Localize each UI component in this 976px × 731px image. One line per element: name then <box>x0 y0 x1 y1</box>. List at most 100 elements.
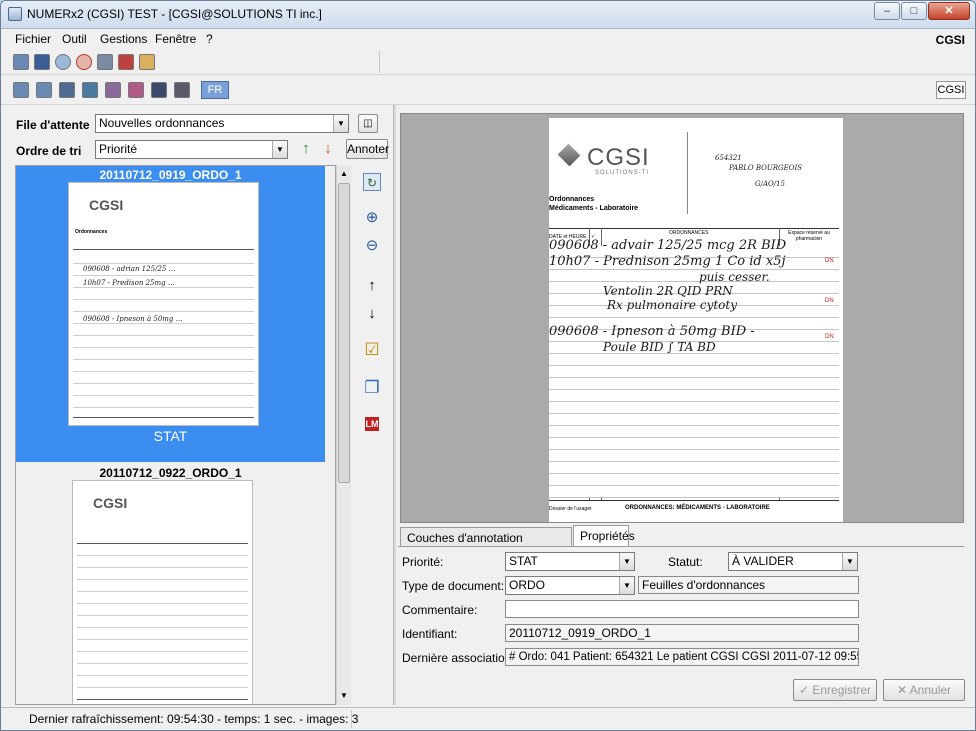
thumbnail-title: 20110712_0919_ORDO_1 <box>99 168 242 182</box>
status-value: À VALIDER <box>732 554 794 568</box>
sort-ascending-icon[interactable]: ↑ <box>297 140 315 158</box>
menu-gestions[interactable]: Gestions <box>100 32 147 46</box>
panel-splitter[interactable] <box>393 105 396 705</box>
sort-label: Ordre de tri <box>16 144 82 158</box>
status-label: Statut: <box>668 555 703 569</box>
scroll-down-icon[interactable]: ▼ <box>340 691 348 700</box>
refresh-icon[interactable]: ↻ <box>363 173 381 191</box>
table-icon[interactable] <box>34 54 50 70</box>
printer-icon[interactable] <box>59 82 75 98</box>
table-top-rule <box>549 228 839 229</box>
comment-input[interactable] <box>505 600 859 618</box>
users-icon[interactable] <box>82 82 98 98</box>
save-label: Enregistrer <box>812 683 872 697</box>
viewer-tool-strip: ↻ ⊕ ⊖ ↑ ↓ ☑ ❐ LM <box>354 165 392 705</box>
language-badge[interactable]: FR <box>201 81 229 99</box>
thumbnail-logo: CGSI <box>89 197 124 213</box>
annotate-button[interactable]: Annoter <box>346 139 389 159</box>
cgsi-logo-icon <box>557 143 581 167</box>
footer-center: ORDONNANCES: MÉDICAMENTS - LABORATOIRE <box>625 505 770 511</box>
properties-panel: Priorité: STAT ▼ Statut: À VALIDER ▼ Typ… <box>398 546 964 676</box>
document-logo: CGSI <box>587 144 650 171</box>
split-view-button[interactable]: ◫ <box>358 114 378 133</box>
palette-icon[interactable] <box>128 82 144 98</box>
chevron-down-icon: ▼ <box>619 553 634 570</box>
tab-properties[interactable]: Propriétés <box>573 525 635 547</box>
package-icon[interactable] <box>139 54 155 70</box>
list-icon[interactable] <box>105 82 121 98</box>
check-icon: ✓ <box>798 683 810 697</box>
priority-select[interactable]: STAT ▼ <box>505 552 635 571</box>
thumbnail-item-2[interactable]: 20110712_0922_ORDO_1 CGSI <box>16 464 325 704</box>
dn-mark: DN <box>825 298 834 304</box>
maximize-button[interactable]: □ <box>901 2 927 20</box>
identifier-field: 20110712_0919_ORDO_1 <box>505 624 859 642</box>
doctype-description: Feuilles d'ordonnances <box>638 576 859 594</box>
document-heading-1: Ordonnances <box>549 196 595 203</box>
network-icon[interactable] <box>13 82 29 98</box>
sort-select-value: Priorité <box>99 142 138 156</box>
sort-descending-icon[interactable]: ↓ <box>319 140 337 158</box>
report-icon[interactable] <box>118 54 134 70</box>
network-icon[interactable] <box>13 54 29 70</box>
folder-check-icon[interactable]: ☑ <box>363 341 381 359</box>
thumbnail-list[interactable]: 20110712_0919_ORDO_1 CGSI Ordonnances 09… <box>15 165 336 705</box>
cancel-label: Annuler <box>909 683 952 697</box>
window-title: NUMERx2 (CGSI) TEST - [CGSI@SOLUTIONS TI… <box>27 7 322 21</box>
status-bar: Dernier rafraîchissement: 09:54:30 - tem… <box>1 707 975 730</box>
doctype-label: Type de document: <box>402 579 505 593</box>
minimize-button[interactable]: – <box>874 2 900 20</box>
arrow-up-icon[interactable]: ↑ <box>363 277 381 295</box>
column-orders: ORDONNANCES <box>669 230 709 236</box>
status-text: Dernier rafraîchissement: 09:54:30 - tem… <box>29 712 359 726</box>
chevron-down-icon: ▼ <box>272 141 287 158</box>
menu-outil[interactable]: Outil <box>62 32 87 46</box>
document-heading-2: Médicaments - Laboratoire <box>549 205 639 212</box>
zoom-in-icon[interactable]: ⊕ <box>363 209 381 227</box>
menu-help[interactable]: ? <box>206 32 213 46</box>
document-logo-sub: SOLUTIONS-TI <box>595 170 650 176</box>
column-pharmacist: Espace réservé au pharmacien <box>788 230 830 242</box>
queue-select-value: Nouvelles ordonnances <box>99 116 225 130</box>
thumbnail-page: CGSI <box>72 480 253 704</box>
scroll-thumb[interactable] <box>338 183 350 483</box>
globe-icon[interactable] <box>55 54 71 70</box>
toolbar-separator <box>379 51 380 73</box>
lm-icon[interactable]: LM <box>365 417 379 431</box>
queue-select[interactable]: Nouvelles ordonnances ▼ <box>95 114 349 133</box>
chevron-down-icon: ▼ <box>619 577 634 594</box>
zoom-out-icon[interactable]: ⊖ <box>363 237 381 255</box>
application-window: NUMERx2 (CGSI) TEST - [CGSI@SOLUTIONS TI… <box>0 0 976 731</box>
sort-select[interactable]: Priorité ▼ <box>95 140 288 159</box>
scanner-icon[interactable] <box>174 82 190 98</box>
scroll-up-icon[interactable]: ▲ <box>340 169 348 178</box>
menu-fenetre[interactable]: Fenêtre <box>155 32 196 46</box>
thumbnail-logo: CGSI <box>93 495 128 511</box>
network-add-icon[interactable] <box>36 82 52 98</box>
thumbnail-scrollbar[interactable]: ▲ ▼ <box>336 165 351 705</box>
save-button[interactable]: ✓ Enregistrer <box>793 679 877 701</box>
thumbnail-caption: STAT <box>153 428 188 444</box>
status-select[interactable]: À VALIDER ▼ <box>728 552 858 571</box>
comment-label: Commentaire: <box>402 603 478 617</box>
thumbnail-heading: Ordonnances <box>75 229 108 235</box>
doctype-select[interactable]: ORDO ▼ <box>505 576 635 595</box>
dn-mark: DN <box>825 258 834 264</box>
title-bar: NUMERx2 (CGSI) TEST - [CGSI@SOLUTIONS TI… <box>1 1 975 29</box>
clock-icon[interactable] <box>76 54 92 70</box>
queue-label: File d'attente <box>16 118 90 132</box>
document-copy-icon[interactable]: ❐ <box>363 379 381 397</box>
tab-annotation-layers[interactable]: Couches d'annotation (Associations) <box>400 527 572 559</box>
user-icon[interactable] <box>97 54 113 70</box>
thumbnail-item-1[interactable]: 20110712_0919_ORDO_1 CGSI Ordonnances 09… <box>16 166 325 462</box>
close-button[interactable]: ✕ <box>928 2 970 20</box>
dn-mark: DN <box>825 334 834 340</box>
arrow-down-icon[interactable]: ↓ <box>363 305 381 323</box>
document-viewer[interactable]: CGSI SOLUTIONS-TI 654321 PABLO BOURGEOIS… <box>400 113 964 523</box>
cgsi-badge[interactable]: CGSI <box>936 81 966 99</box>
chevron-down-icon: ▼ <box>842 553 857 570</box>
device-icon[interactable] <box>151 82 167 98</box>
priority-value: STAT <box>509 554 538 568</box>
menu-fichier[interactable]: Fichier <box>15 32 51 46</box>
cancel-button[interactable]: ✕ Annuler <box>883 679 965 701</box>
